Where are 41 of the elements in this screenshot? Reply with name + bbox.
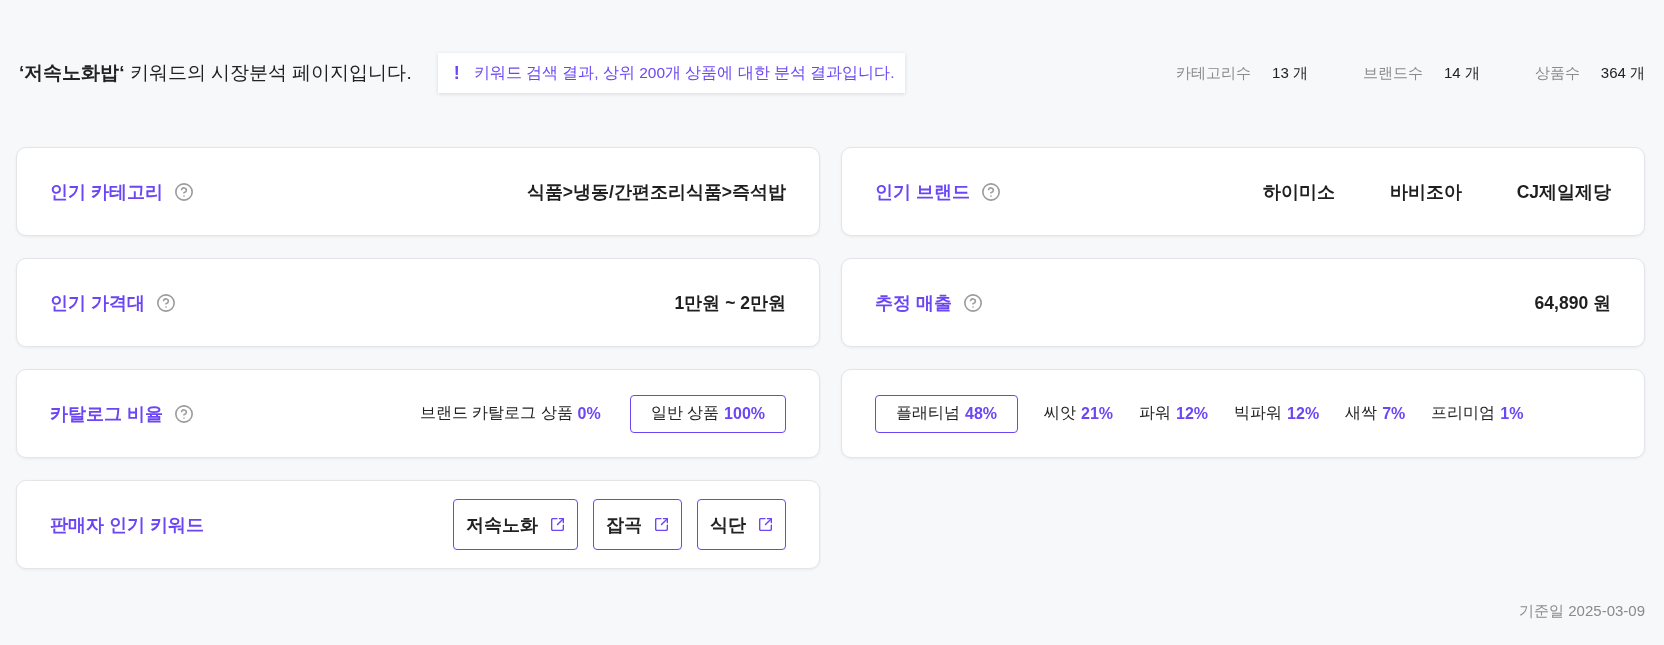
help-icon[interactable] [981, 182, 1000, 201]
stat-value: 14 개 [1443, 63, 1480, 83]
exclamation-mark: ! [453, 62, 460, 84]
grade-share: 씨앗 21% [1044, 403, 1114, 424]
card-value: 1만원 ~ 2만원 [674, 291, 786, 315]
keyword-link-button[interactable]: 저속노화 [453, 499, 578, 550]
help-icon[interactable] [963, 293, 982, 312]
help-icon[interactable] [174, 182, 193, 201]
external-link-icon [655, 518, 668, 531]
card-title: 카탈로그 비율 [50, 402, 163, 426]
grade-share: 플래티넘 48% [875, 394, 1019, 433]
card-value: 식품>냉동/간편조리식품>즉석밥 [526, 180, 786, 204]
brand-name: CJ제일제당 [1516, 180, 1611, 204]
stat-label: 카테고리수 [1176, 63, 1252, 83]
card-title: 인기 카테고리 [50, 180, 163, 204]
help-icon[interactable] [156, 293, 175, 312]
card-title: 추정 매출 [875, 291, 952, 315]
keyword-link-button[interactable]: 잡곡 [593, 499, 682, 550]
notice-text: 키워드 검색 결과, 상위 200개 상품에 대한 분석 결과입니다. [473, 62, 895, 83]
reference-date: 기준일 2025-03-09 [1519, 602, 1645, 621]
grade-share: 새싹 7% [1345, 403, 1406, 424]
grade-share: 파워 12% [1139, 403, 1209, 424]
stat-value: 364 개 [1600, 63, 1645, 83]
external-link-icon [551, 518, 564, 531]
card-value: 64,890 원 [1534, 291, 1611, 315]
page-title: ‘저속노화밥‘ 키워드의 시장분석 페이지입니다. [19, 61, 412, 85]
stat-value: 13 개 [1272, 63, 1308, 83]
keyword-link-button[interactable]: 식단 [697, 499, 786, 550]
card-title: 인기 가격대 [50, 291, 145, 315]
card-title: 인기 브랜드 [875, 180, 970, 204]
grade-share: 빅파워 12% [1234, 403, 1320, 424]
brand-name: 하이미소 [1262, 180, 1335, 204]
catalog-share: 일반 상품 100% [629, 394, 786, 433]
grade-share: 프리미엄 1% [1431, 403, 1524, 424]
card-title: 판매자 인기 키워드 [50, 513, 204, 537]
brand-name: 바비조아 [1389, 180, 1462, 204]
help-icon[interactable] [174, 404, 193, 423]
external-link-icon [759, 518, 772, 531]
catalog-share: 브랜드 카탈로그 상품 0% [419, 403, 601, 424]
stat-label: 상품수 [1534, 63, 1580, 83]
stat-label: 브랜드수 [1362, 63, 1423, 83]
